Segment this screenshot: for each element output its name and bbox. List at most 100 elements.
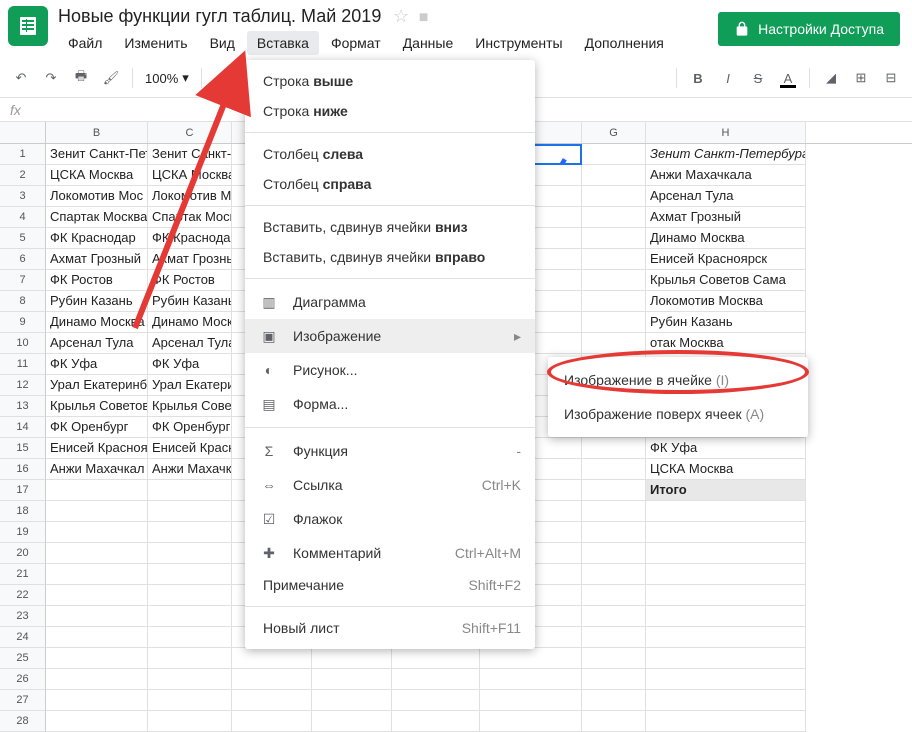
cell[interactable]: ФК Ростов (46, 270, 148, 291)
cell[interactable] (46, 627, 148, 648)
fill-color-button[interactable]: ◢ (818, 65, 844, 91)
row-header[interactable]: 6 (0, 249, 46, 270)
cell[interactable]: Крылья Советов (46, 396, 148, 417)
cell[interactable] (582, 312, 646, 333)
cell[interactable] (232, 669, 312, 690)
cell[interactable] (582, 186, 646, 207)
select-all-corner[interactable] (0, 122, 46, 143)
dd-link[interactable]: ⇔СсылкаCtrl+K (245, 468, 535, 502)
dd-row-above[interactable]: Строка выше (245, 66, 535, 96)
cell[interactable] (148, 564, 232, 585)
cell[interactable]: Урал Екатери (148, 375, 232, 396)
row-header[interactable]: 3 (0, 186, 46, 207)
strike-button[interactable]: S (745, 65, 771, 91)
cell[interactable] (582, 711, 646, 732)
row-header[interactable]: 22 (0, 585, 46, 606)
dd-drawing[interactable]: ◐Рисунок... (245, 353, 535, 387)
cell[interactable] (582, 606, 646, 627)
row-header[interactable]: 28 (0, 711, 46, 732)
cell[interactable]: Ахмат Грозны (148, 249, 232, 270)
row-header[interactable]: 24 (0, 627, 46, 648)
cell[interactable]: Зенит Санкт-П (148, 144, 232, 165)
cell[interactable] (582, 249, 646, 270)
cell[interactable] (646, 501, 806, 522)
cell[interactable]: Ахмат Грозный (46, 249, 148, 270)
dd-function[interactable]: ΣФункция- (245, 434, 535, 468)
cell[interactable] (582, 522, 646, 543)
row-header[interactable]: 2 (0, 165, 46, 186)
col-header-b[interactable]: B (46, 122, 148, 143)
row-header[interactable]: 23 (0, 606, 46, 627)
merge-button[interactable]: ⊟ (878, 65, 904, 91)
cell[interactable] (148, 627, 232, 648)
menu-view[interactable]: Вид (200, 31, 245, 55)
cell[interactable] (582, 438, 646, 459)
cell[interactable] (582, 228, 646, 249)
cell[interactable] (46, 669, 148, 690)
row-header[interactable]: 27 (0, 690, 46, 711)
cell[interactable]: Арсенал Тула (148, 333, 232, 354)
cell[interactable] (46, 543, 148, 564)
dd-form[interactable]: ▤Форма... (245, 387, 535, 421)
cell[interactable]: Динамо Москва (646, 228, 806, 249)
cell[interactable] (148, 606, 232, 627)
row-header[interactable]: 7 (0, 270, 46, 291)
cell[interactable] (148, 522, 232, 543)
italic-button[interactable]: I (715, 65, 741, 91)
col-header-h[interactable]: G (582, 122, 646, 143)
borders-button[interactable]: ⊞ (848, 65, 874, 91)
cell[interactable]: Рубин Казань (46, 291, 148, 312)
cell[interactable] (312, 690, 392, 711)
cell[interactable] (646, 543, 806, 564)
menu-edit[interactable]: Изменить (114, 31, 197, 55)
cell[interactable]: ФК Краснодар (46, 228, 148, 249)
row-header[interactable]: 12 (0, 375, 46, 396)
cell[interactable] (646, 585, 806, 606)
cell[interactable] (480, 690, 582, 711)
folder-icon[interactable]: ■ (419, 9, 429, 26)
cell[interactable]: ЦСКА Москва (148, 165, 232, 186)
cell[interactable] (392, 648, 480, 669)
dd-note[interactable]: ПримечаниеShift+F2 (245, 570, 535, 600)
cell[interactable]: ФК Ростов (148, 270, 232, 291)
cell[interactable] (582, 333, 646, 354)
cell[interactable]: Локомотив Москва (646, 291, 806, 312)
cell[interactable] (582, 207, 646, 228)
undo-button[interactable]: ↶ (8, 65, 34, 91)
cell[interactable]: Спартак Москва (46, 207, 148, 228)
cell[interactable] (646, 564, 806, 585)
cell[interactable] (582, 690, 646, 711)
cell[interactable] (480, 669, 582, 690)
row-header[interactable]: 11 (0, 354, 46, 375)
row-header[interactable]: 1 (0, 144, 46, 165)
cell[interactable] (646, 711, 806, 732)
cell[interactable] (646, 648, 806, 669)
row-header[interactable]: 16 (0, 459, 46, 480)
cell[interactable]: Зенит Санкт-Пет (46, 144, 148, 165)
row-header[interactable]: 8 (0, 291, 46, 312)
col-header-c[interactable]: C (148, 122, 232, 143)
cell[interactable]: Анжи Махачкал (46, 459, 148, 480)
cell[interactable] (46, 648, 148, 669)
menu-format[interactable]: Формат (321, 31, 391, 55)
cell[interactable] (312, 711, 392, 732)
row-header[interactable]: 14 (0, 417, 46, 438)
cell[interactable] (46, 690, 148, 711)
cell[interactable]: Енисей Красноярск (646, 249, 806, 270)
cell[interactable] (392, 690, 480, 711)
sm-image-in-cell[interactable]: Изображение в ячейке (I) (548, 363, 808, 397)
row-header[interactable]: 26 (0, 669, 46, 690)
text-color-button[interactable]: A (775, 65, 801, 91)
menu-file[interactable]: Файл (58, 31, 112, 55)
cell[interactable] (148, 501, 232, 522)
cell[interactable] (46, 606, 148, 627)
dd-row-below[interactable]: Строка ниже (245, 96, 535, 126)
cell[interactable]: Арсенал Тула (46, 333, 148, 354)
cell[interactable]: Крылья Совет (148, 396, 232, 417)
cell[interactable]: Рубин Казань (148, 291, 232, 312)
sheets-logo[interactable] (8, 6, 48, 46)
cell[interactable]: Динамо Москва (46, 312, 148, 333)
cell[interactable] (582, 648, 646, 669)
cell[interactable]: Локомотив М (148, 186, 232, 207)
print-button[interactable]: 🖶 (68, 65, 94, 91)
